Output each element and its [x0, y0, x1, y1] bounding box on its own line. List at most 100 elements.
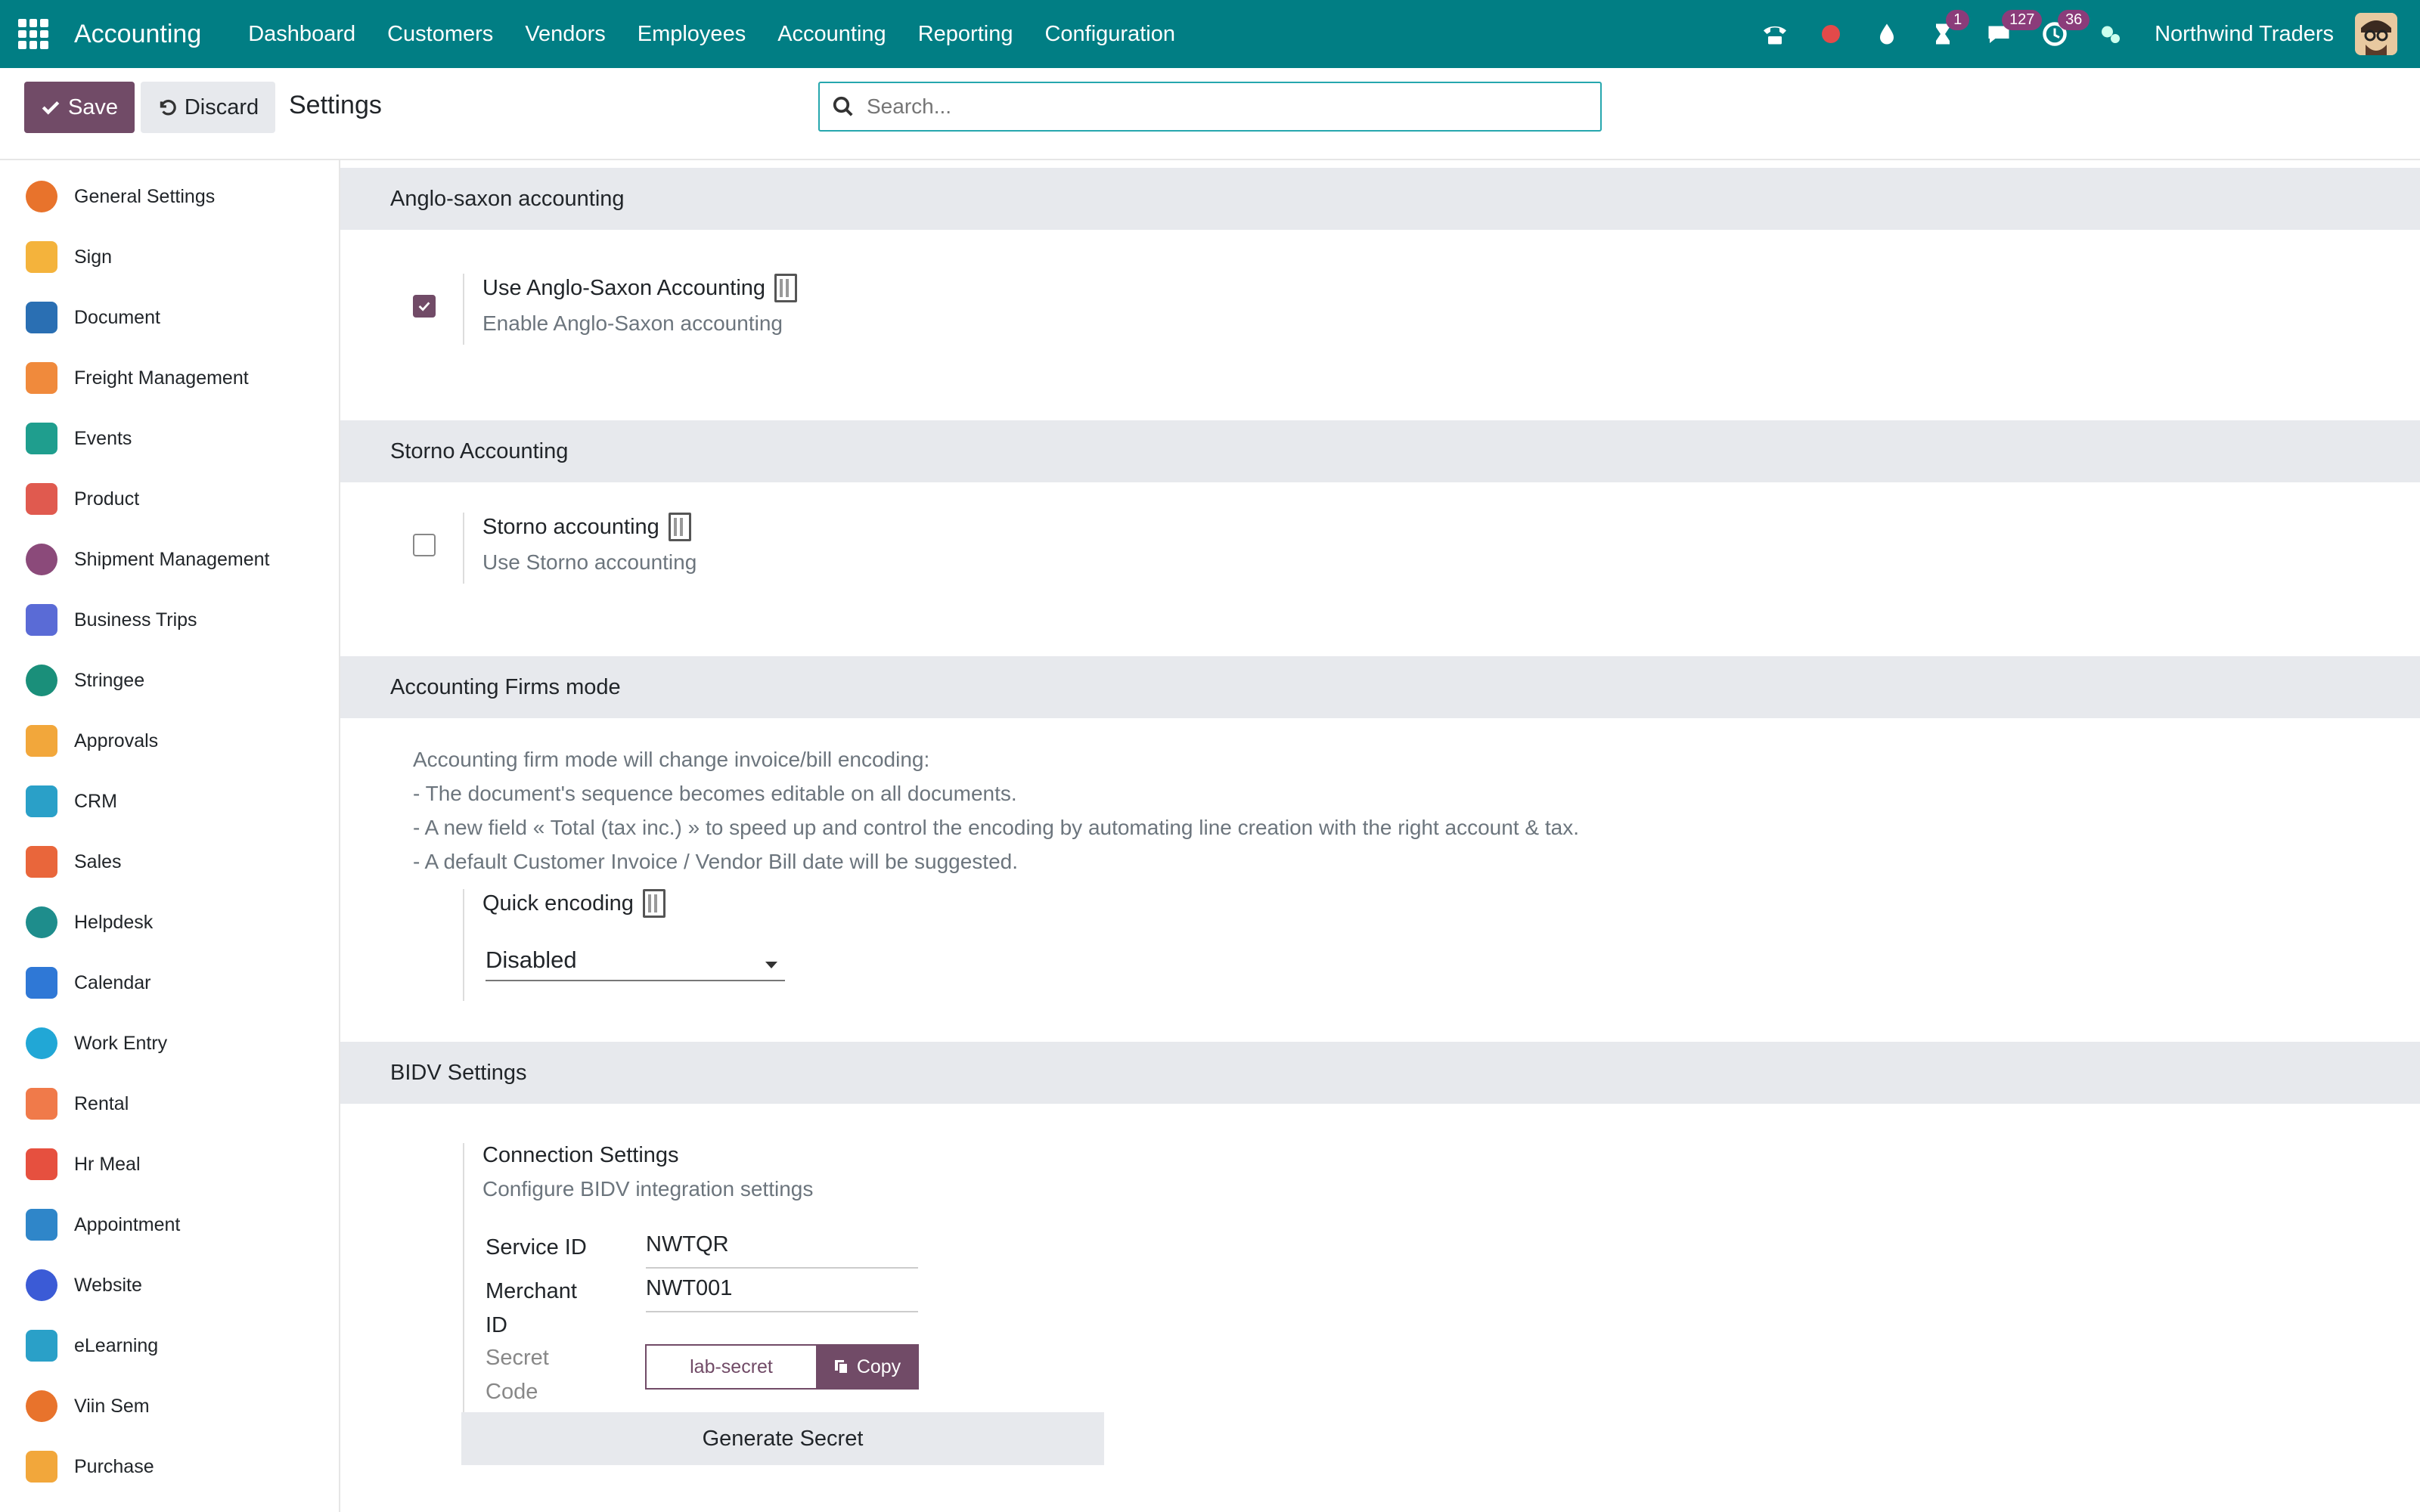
sidebar-item-shipment-management[interactable]: Shipment Management: [26, 537, 269, 582]
chat-icon[interactable]: 127: [1984, 10, 2043, 49]
record-icon[interactable]: [1816, 19, 1846, 49]
setting-title: Use Anglo-Saxon Accounting: [482, 275, 766, 300]
sidebar-item-document[interactable]: Document: [26, 295, 160, 340]
user-avatar[interactable]: [2355, 13, 2397, 55]
discard-button[interactable]: Discard: [141, 82, 275, 133]
sidebar-item-label: Freight Management: [74, 367, 249, 389]
menu-vendors[interactable]: Vendors: [525, 22, 605, 47]
select-value: Disabled: [486, 947, 577, 973]
firm-mode-line: - A default Customer Invoice / Vendor Bi…: [413, 850, 1019, 873]
website-icon: [26, 1269, 57, 1301]
sidebar-item-label: CRM: [74, 790, 117, 812]
sidebar-item-appointment[interactable]: Appointment: [26, 1202, 180, 1247]
freight-icon: [26, 362, 57, 394]
sidebar-item-label: eLearning: [74, 1334, 159, 1356]
rental-icon: [26, 1088, 57, 1120]
service-id-field[interactable]: NWTQR: [646, 1232, 918, 1269]
sidebar-item-stringee[interactable]: Stringee: [26, 658, 144, 703]
sidebar-item-sign[interactable]: Sign: [26, 234, 112, 280]
sidebar-item-label: Events: [74, 427, 132, 449]
page-title: Settings: [289, 91, 382, 119]
sales-icon: [26, 846, 57, 878]
business-trips-icon: [26, 604, 57, 636]
sidebar-item-viin-sem[interactable]: Viin Sem: [26, 1383, 150, 1429]
anglo-saxon-checkbox[interactable]: [413, 295, 436, 318]
sidebar-item-events[interactable]: Events: [26, 416, 132, 461]
crm-icon: [26, 785, 57, 817]
generate-secret-button[interactable]: Generate Secret: [461, 1412, 1104, 1465]
setting-description: Use Storno accounting: [482, 550, 697, 574]
menu-reporting[interactable]: Reporting: [918, 22, 1013, 47]
label-line: Merchant: [486, 1279, 577, 1303]
menu-employees[interactable]: Employees: [638, 22, 746, 47]
menu-dashboard[interactable]: Dashboard: [248, 22, 355, 47]
copy-button[interactable]: Copy: [816, 1346, 917, 1388]
sidebar-item-sales[interactable]: Sales: [26, 839, 122, 885]
caret-down-icon: [765, 962, 777, 968]
sidebar-item-purchase[interactable]: Purchase: [26, 1444, 154, 1489]
sidebar-item-calendar[interactable]: Calendar: [26, 960, 150, 1005]
apps-menu-icon[interactable]: [18, 19, 48, 49]
label-line: Code: [486, 1380, 538, 1404]
firm-mode-line: Accounting firm mode will change invoice…: [413, 748, 930, 771]
sidebar-item-helpdesk[interactable]: Helpdesk: [26, 900, 153, 945]
save-label: Save: [67, 94, 119, 119]
settings-sidebar: General Settings Sign Document Freight M…: [0, 160, 340, 1512]
save-button[interactable]: Save: [24, 82, 135, 133]
clock-icon[interactable]: 36: [2040, 10, 2090, 49]
sidebar-item-hr-meal[interactable]: Hr Meal: [26, 1142, 141, 1187]
company-name[interactable]: Northwind Traders: [2155, 22, 2334, 47]
sidebar-item-elearning[interactable]: eLearning: [26, 1323, 158, 1368]
elearning-icon: [26, 1330, 57, 1362]
company-scope-icon: [774, 274, 798, 302]
document-icon: [26, 302, 57, 333]
firm-mode-description: Accounting firm mode will change invoice…: [413, 742, 1579, 878]
sidebar-item-crm[interactable]: CRM: [26, 779, 117, 824]
secret-code-field: lab-secret Copy: [645, 1344, 919, 1390]
sign-icon: [26, 241, 57, 273]
sidebar-item-approvals[interactable]: Approvals: [26, 718, 158, 764]
setting-quick-encoding: Quick encoding: [463, 889, 666, 1001]
sidebar-item-label: Rental: [74, 1092, 129, 1114]
quick-encoding-select[interactable]: Disabled: [486, 947, 785, 981]
hourglass-icon[interactable]: 1: [1928, 10, 1970, 49]
events-icon: [26, 423, 57, 454]
sidebar-item-label: Sales: [74, 850, 122, 872]
section-header-storno: Storno Accounting: [340, 420, 2420, 482]
app-name[interactable]: Accounting: [74, 20, 201, 49]
sidebar-item-label: Website: [74, 1274, 142, 1296]
sidebar-item-work-entry[interactable]: Work Entry: [26, 1021, 167, 1066]
storno-checkbox[interactable]: [413, 534, 436, 556]
search-input[interactable]: [865, 94, 1549, 119]
sidebar-item-general-settings[interactable]: General Settings: [26, 174, 215, 219]
gears-icon[interactable]: [2096, 19, 2126, 49]
company-scope-icon: [668, 513, 691, 541]
product-icon: [26, 483, 57, 515]
merchant-id-label: Merchant ID: [486, 1275, 577, 1343]
service-id-label: Service ID: [486, 1235, 587, 1259]
menu-configuration[interactable]: Configuration: [1044, 22, 1175, 47]
search-box[interactable]: [818, 82, 1602, 132]
sidebar-item-label: Sign: [74, 246, 113, 268]
label-line: Secret: [486, 1346, 549, 1370]
viin-sem-icon: [26, 1390, 57, 1422]
sidebar-item-label: Purchase: [74, 1455, 154, 1477]
sidebar-item-label: Document: [74, 306, 160, 328]
menu-accounting[interactable]: Accounting: [777, 22, 886, 47]
phone-icon[interactable]: [1760, 19, 1790, 49]
menu-customers[interactable]: Customers: [387, 22, 493, 47]
sidebar-item-label: Helpdesk: [74, 911, 154, 933]
sidebar-item-freight-management[interactable]: Freight Management: [26, 355, 249, 401]
sidebar-item-business-trips[interactable]: Business Trips: [26, 597, 197, 643]
sidebar-item-rental[interactable]: Rental: [26, 1081, 129, 1126]
drop-icon[interactable]: [1872, 19, 1902, 49]
hr-meal-icon: [26, 1148, 57, 1180]
sidebar-item-label: Calendar: [74, 971, 151, 993]
sidebar-item-label: Business Trips: [74, 609, 197, 631]
sidebar-item-product[interactable]: Product: [26, 476, 139, 522]
sidebar-item-website[interactable]: Website: [26, 1263, 142, 1308]
sidebar-item-label: Shipment Management: [74, 548, 270, 570]
copy-icon: [834, 1360, 849, 1374]
merchant-id-field[interactable]: NWT001: [646, 1276, 918, 1312]
sidebar-item-label: Work Entry: [74, 1032, 168, 1054]
